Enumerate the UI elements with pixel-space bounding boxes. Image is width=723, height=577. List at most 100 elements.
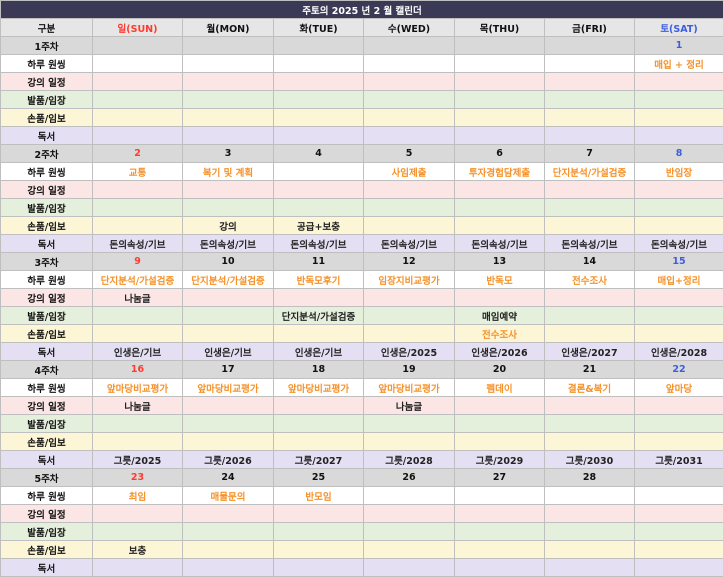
schedule-cell[interactable]: [633, 108, 723, 127]
schedule-cell[interactable]: [92, 324, 183, 343]
row-label[interactable]: 손품/임보: [0, 108, 93, 127]
schedule-cell[interactable]: [182, 432, 274, 451]
schedule-cell[interactable]: [363, 126, 455, 145]
schedule-cell[interactable]: [633, 540, 723, 559]
schedule-cell[interactable]: [182, 72, 274, 91]
schedule-cell[interactable]: [363, 486, 455, 505]
header-day-4[interactable]: 수(WED): [363, 18, 455, 37]
schedule-cell[interactable]: [363, 180, 455, 199]
schedule-cell[interactable]: [92, 72, 183, 91]
schedule-cell[interactable]: [273, 162, 364, 181]
schedule-cell[interactable]: [454, 540, 545, 559]
schedule-cell[interactable]: [633, 198, 723, 217]
schedule-cell[interactable]: [363, 522, 455, 541]
schedule-cell[interactable]: [182, 90, 274, 109]
row-label[interactable]: 독서: [0, 450, 93, 469]
schedule-cell[interactable]: 단지분석/가설검증: [544, 162, 635, 181]
schedule-cell[interactable]: 복기 및 계획: [182, 162, 274, 181]
header-day-5[interactable]: 목(THU): [454, 18, 545, 37]
date-cell[interactable]: 19: [363, 360, 455, 379]
schedule-cell[interactable]: [92, 198, 183, 217]
schedule-cell[interactable]: [363, 72, 455, 91]
row-label[interactable]: 발품/임장: [0, 414, 93, 433]
row-label[interactable]: 하루 원씽: [0, 54, 93, 73]
schedule-cell[interactable]: 나눔글: [92, 288, 183, 307]
schedule-cell[interactable]: [273, 396, 364, 415]
date-cell[interactable]: [454, 36, 545, 55]
row-label[interactable]: 발품/임장: [0, 522, 93, 541]
calendar-title[interactable]: 주토의 2025 년 2 월 캘린더: [0, 0, 723, 19]
schedule-cell[interactable]: [544, 306, 635, 325]
date-cell[interactable]: 25: [273, 468, 364, 487]
schedule-cell[interactable]: 앞마당비교평가: [363, 378, 455, 397]
schedule-cell[interactable]: [633, 522, 723, 541]
date-cell[interactable]: 9: [92, 252, 183, 271]
schedule-cell[interactable]: 인생은/2028: [633, 342, 723, 361]
schedule-cell[interactable]: 단지분석/가설검증: [273, 306, 364, 325]
schedule-cell[interactable]: [182, 126, 274, 145]
date-cell[interactable]: [363, 36, 455, 55]
schedule-cell[interactable]: [544, 90, 635, 109]
schedule-cell[interactable]: 전수조사: [454, 324, 545, 343]
schedule-cell[interactable]: [92, 90, 183, 109]
schedule-cell[interactable]: [454, 90, 545, 109]
schedule-cell[interactable]: 단지분석/가설검증: [92, 270, 183, 289]
date-cell[interactable]: 26: [363, 468, 455, 487]
schedule-cell[interactable]: [454, 522, 545, 541]
date-cell[interactable]: 1: [633, 36, 723, 55]
schedule-cell[interactable]: [92, 504, 183, 523]
schedule-cell[interactable]: 반독모: [454, 270, 545, 289]
schedule-cell[interactable]: [633, 396, 723, 415]
schedule-cell[interactable]: [92, 180, 183, 199]
date-cell[interactable]: 21: [544, 360, 635, 379]
row-label[interactable]: 독서: [0, 126, 93, 145]
row-label[interactable]: 독서: [0, 558, 93, 577]
date-cell[interactable]: 5: [363, 144, 455, 163]
schedule-cell[interactable]: [454, 108, 545, 127]
schedule-cell[interactable]: [633, 216, 723, 235]
schedule-cell[interactable]: [454, 54, 545, 73]
schedule-cell[interactable]: 앞마당비교평가: [182, 378, 274, 397]
schedule-cell[interactable]: 투자경험담제출: [454, 162, 545, 181]
schedule-cell[interactable]: [544, 288, 635, 307]
schedule-cell[interactable]: [92, 432, 183, 451]
row-label[interactable]: 발품/임장: [0, 198, 93, 217]
header-day-7[interactable]: 토(SAT): [633, 18, 723, 37]
schedule-cell[interactable]: 앞마당비교평가: [92, 378, 183, 397]
schedule-cell[interactable]: [544, 198, 635, 217]
schedule-cell[interactable]: 공급+보충: [273, 216, 364, 235]
row-label[interactable]: 하루 원씽: [0, 378, 93, 397]
schedule-cell[interactable]: 그릇/2029: [454, 450, 545, 469]
date-cell[interactable]: [633, 468, 723, 487]
schedule-cell[interactable]: [363, 558, 455, 577]
header-day-3[interactable]: 화(TUE): [273, 18, 364, 37]
schedule-cell[interactable]: [633, 504, 723, 523]
week-label[interactable]: 1주차: [0, 36, 93, 55]
schedule-cell[interactable]: [273, 540, 364, 559]
schedule-cell[interactable]: [454, 126, 545, 145]
schedule-cell[interactable]: [363, 324, 455, 343]
date-cell[interactable]: 18: [273, 360, 364, 379]
row-label[interactable]: 강의 일정: [0, 180, 93, 199]
schedule-cell[interactable]: 강의: [182, 216, 274, 235]
schedule-cell[interactable]: [92, 558, 183, 577]
schedule-cell[interactable]: [182, 396, 274, 415]
schedule-cell[interactable]: [92, 522, 183, 541]
schedule-cell[interactable]: 그릇/2026: [182, 450, 274, 469]
schedule-cell[interactable]: [92, 54, 183, 73]
week-label[interactable]: 4주차: [0, 360, 93, 379]
date-cell[interactable]: 11: [273, 252, 364, 271]
schedule-cell[interactable]: [633, 558, 723, 577]
schedule-cell[interactable]: [182, 522, 274, 541]
schedule-cell[interactable]: [544, 54, 635, 73]
date-cell[interactable]: 27: [454, 468, 545, 487]
schedule-cell[interactable]: [363, 414, 455, 433]
schedule-cell[interactable]: [273, 522, 364, 541]
schedule-cell[interactable]: [273, 90, 364, 109]
schedule-cell[interactable]: 인생은/2025: [363, 342, 455, 361]
row-label[interactable]: 하루 원씽: [0, 486, 93, 505]
row-label[interactable]: 발품/임장: [0, 90, 93, 109]
schedule-cell[interactable]: [454, 396, 545, 415]
schedule-cell[interactable]: [182, 540, 274, 559]
schedule-cell[interactable]: [544, 216, 635, 235]
